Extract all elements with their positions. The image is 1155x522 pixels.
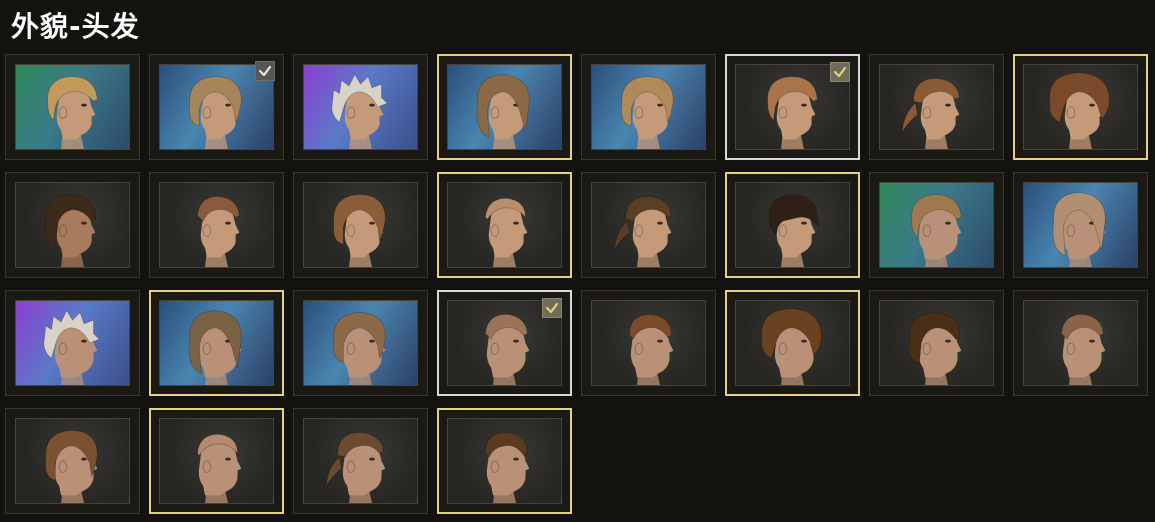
- hair-option-tile[interactable]: [293, 54, 428, 160]
- checkmark-icon: [830, 62, 850, 82]
- hair-option-tile[interactable]: [149, 172, 284, 278]
- hair-preview: [303, 300, 418, 386]
- hair-option-tile[interactable]: [149, 408, 284, 514]
- hair-preview: [15, 418, 130, 504]
- hair-option-tile[interactable]: [149, 54, 284, 160]
- hair-option-tile[interactable]: [725, 172, 860, 278]
- character-head-icon: [43, 309, 100, 385]
- character-head-icon: [761, 308, 822, 385]
- checkmark-icon: [542, 298, 562, 318]
- hair-option-tile[interactable]: [5, 172, 140, 278]
- character-head-icon: [768, 194, 820, 267]
- hair-preview: [159, 300, 274, 386]
- character-head-icon: [333, 312, 386, 385]
- character-head-icon: [1052, 192, 1106, 267]
- hair-preview: [735, 182, 850, 268]
- hair-preview: [735, 300, 850, 386]
- hair-preview: [879, 300, 994, 386]
- hair-preview: [303, 418, 418, 504]
- hair-preview: [591, 300, 706, 386]
- character-head-icon: [333, 194, 386, 267]
- hair-preview: [879, 64, 994, 150]
- character-head-icon: [485, 197, 528, 267]
- hair-option-tile[interactable]: [5, 408, 140, 514]
- hair-option-tile[interactable]: [869, 290, 1004, 396]
- hair-option-tile[interactable]: [293, 290, 428, 396]
- checkmark-icon: [255, 61, 275, 81]
- hair-preview: [303, 182, 418, 268]
- hair-option-tile[interactable]: [5, 54, 140, 160]
- hair-option-tile[interactable]: [437, 290, 572, 396]
- hair-option-tile[interactable]: [725, 290, 860, 396]
- character-head-icon: [1061, 313, 1106, 385]
- hair-option-tile[interactable]: [437, 54, 572, 160]
- hair-option-tile[interactable]: [293, 172, 428, 278]
- character-head-icon: [613, 195, 672, 267]
- character-head-icon: [629, 313, 674, 385]
- hair-preview: [15, 182, 130, 268]
- hair-option-tile[interactable]: [1013, 54, 1148, 160]
- hair-preview: [15, 64, 130, 150]
- hair-option-tile[interactable]: [149, 290, 284, 396]
- character-head-icon: [325, 431, 386, 503]
- hair-option-tile[interactable]: [581, 54, 716, 160]
- hair-option-tile[interactable]: [869, 172, 1004, 278]
- hair-option-tile[interactable]: [581, 290, 716, 396]
- hair-option-tile[interactable]: [1013, 172, 1148, 278]
- character-head-icon: [908, 312, 962, 385]
- hair-preview: [447, 64, 562, 150]
- hair-option-tile[interactable]: [5, 290, 140, 396]
- hair-preview: [1023, 64, 1138, 150]
- character-head-icon: [901, 77, 960, 149]
- character-head-icon: [331, 73, 388, 149]
- hair-option-tile[interactable]: [1013, 290, 1148, 396]
- character-head-icon: [188, 310, 242, 385]
- hair-option-tile[interactable]: [581, 172, 716, 278]
- hair-option-tile[interactable]: [437, 172, 572, 278]
- hair-preview: [1023, 300, 1138, 386]
- hair-preview: [303, 64, 418, 150]
- hair-preview: [447, 418, 562, 504]
- hair-preview: [159, 418, 274, 504]
- character-head-icon: [485, 431, 530, 503]
- character-head-icon: [197, 433, 242, 503]
- character-head-icon: [476, 74, 530, 149]
- character-head-icon: [47, 76, 98, 149]
- character-head-icon: [44, 194, 96, 267]
- hair-option-tile[interactable]: [293, 408, 428, 514]
- hair-option-grid: [5, 54, 1148, 514]
- page-title: 外貌-头发: [11, 10, 140, 43]
- hair-preview: [879, 182, 994, 268]
- hair-preview: [159, 182, 274, 268]
- hair-preview: [591, 182, 706, 268]
- hair-option-tile[interactable]: [437, 408, 572, 514]
- hair-option-tile[interactable]: [869, 54, 1004, 160]
- hair-option-tile[interactable]: [725, 54, 860, 160]
- character-head-icon: [911, 194, 962, 267]
- hair-preview: [591, 64, 706, 150]
- character-head-icon: [197, 195, 240, 267]
- hair-preview: [447, 182, 562, 268]
- character-head-icon: [621, 76, 674, 149]
- hair-preview: [15, 300, 130, 386]
- hair-preview: [1023, 182, 1138, 268]
- character-head-icon: [1049, 72, 1110, 149]
- character-head-icon: [45, 430, 98, 503]
